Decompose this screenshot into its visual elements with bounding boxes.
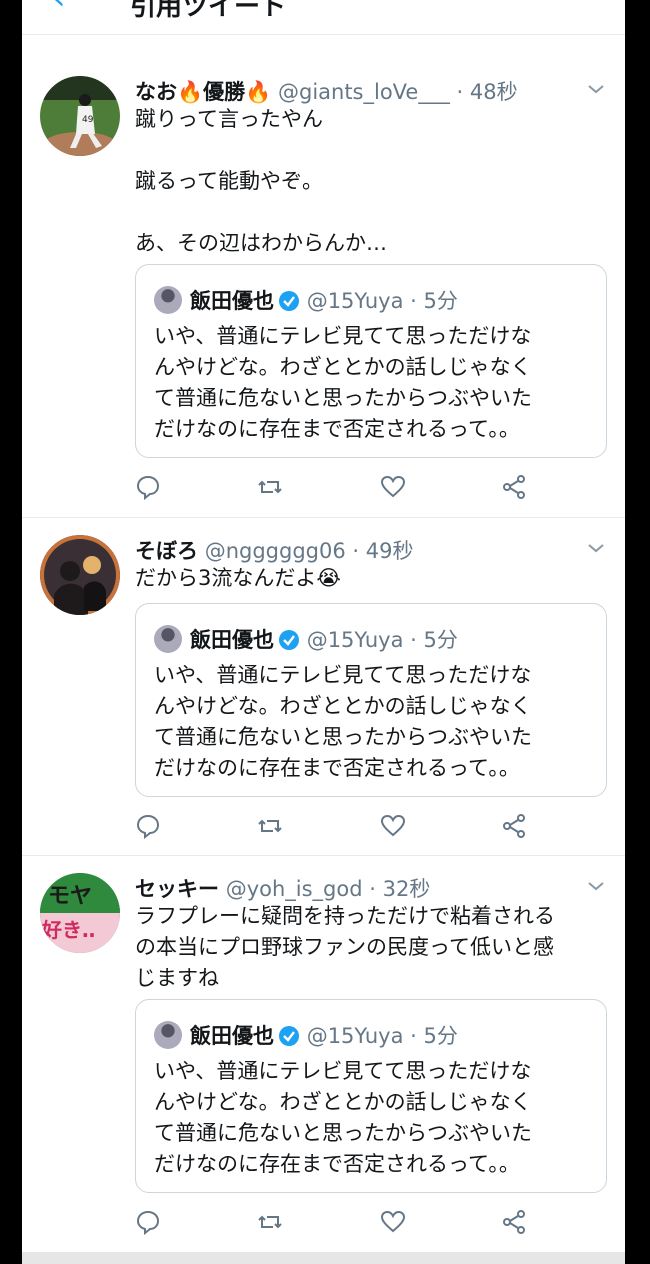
share-icon[interactable]	[501, 813, 527, 839]
separator-dot: ·	[352, 539, 360, 563]
tweet-line	[135, 197, 610, 228]
tweet-line: あ、その辺はわからんか…	[135, 231, 387, 255]
quoted-timestamp: 5分	[423, 628, 458, 652]
timestamp[interactable]: 48秒	[470, 80, 518, 104]
avatar[interactable]	[40, 535, 120, 615]
user-handle[interactable]: @giants_loVe___	[278, 80, 450, 104]
tweet-line: だから3流なんだよ😭	[135, 566, 341, 590]
separator-dot: ·	[410, 289, 417, 313]
top-bar: ‹ 引用ツイート	[22, 0, 625, 35]
quoted-header: 飯田優也 @15Yuya · 5分	[154, 285, 458, 315]
tweet-header: セッキー @yoh_is_god · 32秒	[135, 873, 430, 903]
avatar-text: 好き‥	[41, 918, 95, 942]
reply-icon[interactable]	[135, 1209, 161, 1235]
separator-dot: ·	[456, 80, 464, 104]
quoted-line: んやけどな。わざととかの話しじゃなく	[154, 694, 532, 718]
quoted-header: 飯田優也 @15Yuya · 5分	[154, 624, 458, 654]
quoted-header: 飯田優也 @15Yuya · 5分	[154, 1020, 458, 1050]
display-name[interactable]: セッキー	[135, 877, 219, 901]
quoted-tweet[interactable]: 飯田優也 @15Yuya · 5分 いや、普通にテレビ見てて思っただけな んやけ…	[135, 264, 607, 458]
quoted-name: 飯田優也	[190, 1024, 274, 1048]
tweet-text: ラフプレーに疑問を持っただけで粘着される の本当にプロ野球ファンの民度って低いと…	[135, 901, 610, 994]
separator-dot: ·	[369, 877, 376, 901]
quoted-avatar	[154, 286, 182, 314]
verified-badge-icon	[279, 630, 299, 650]
separator-dot: ·	[410, 1024, 417, 1048]
quoted-avatar	[154, 625, 182, 653]
quoted-tweet[interactable]: 飯田優也 @15Yuya · 5分 いや、普通にテレビ見てて思っただけな んやけ…	[135, 603, 607, 797]
user-handle[interactable]: @yoh_is_god	[226, 877, 363, 901]
quoted-line: んやけどな。わざととかの話しじゃなく	[154, 355, 532, 379]
quoted-timestamp: 5分	[423, 1024, 458, 1048]
tweet-text: 蹴りって言ったやん 蹴るって能動やぞ。 あ、その辺はわからんか…	[135, 104, 610, 259]
chevron-down-icon[interactable]	[587, 80, 605, 98]
tweet[interactable]: 49 なお🔥優勝🔥 @giants_loVe___ · 48秒 蹴りって言ったや…	[22, 58, 625, 518]
tweet-actions	[135, 1209, 555, 1239]
tweet-line: の本当にプロ野球ファンの民度って低いと感	[135, 935, 554, 959]
svg-text:49: 49	[82, 115, 94, 125]
verified-badge-icon	[279, 1026, 299, 1046]
like-heart-icon[interactable]	[380, 1209, 406, 1235]
share-icon[interactable]	[501, 474, 527, 500]
user-handle[interactable]: @ngggggg06	[205, 539, 346, 563]
tweet-actions	[135, 474, 555, 504]
tweet[interactable]: そぼろ @ngggggg06 · 49秒 だから3流なんだよ😭 飯田優也 @15…	[22, 517, 625, 856]
quoted-line: て普通に危ないと思ったからつぶやいた	[154, 386, 532, 410]
verified-badge-icon	[279, 291, 299, 311]
share-icon[interactable]	[501, 1209, 527, 1235]
like-heart-icon[interactable]	[380, 474, 406, 500]
reply-icon[interactable]	[135, 474, 161, 500]
tweet-line: 蹴るって能動やぞ。	[135, 169, 323, 193]
quoted-line: だけなのに存在まで否定されるって。。	[154, 417, 520, 441]
tweet-line: ラフプレーに疑問を持っただけで粘着される	[135, 904, 555, 928]
quoted-name: 飯田優也	[190, 289, 274, 313]
quoted-line: て普通に危ないと思ったからつぶやいた	[154, 725, 532, 749]
reply-icon[interactable]	[135, 813, 161, 839]
bottom-bar	[22, 1252, 625, 1264]
quoted-text: いや、普通にテレビ見てて思っただけな んやけどな。わざととかの話しじゃなく て普…	[154, 1056, 594, 1180]
chevron-down-icon[interactable]	[587, 539, 605, 557]
quoted-avatar	[154, 1021, 182, 1049]
avatar-text: モヤ	[48, 884, 92, 909]
tweet-line: 蹴りって言ったやん	[135, 107, 323, 131]
retweet-icon[interactable]	[257, 813, 283, 839]
separator-dot: ·	[410, 628, 417, 652]
back-button[interactable]: ‹	[52, 0, 66, 18]
tweet[interactable]: モヤ 好き‥ セッキー @yoh_is_god · 32秒 ラフプレーに疑問を持…	[22, 855, 625, 1252]
quoted-text: いや、普通にテレビ見てて思っただけな んやけどな。わざととかの話しじゃなく て普…	[154, 660, 594, 784]
quoted-line: だけなのに存在まで否定されるって。。	[154, 1152, 520, 1176]
quoted-line: んやけどな。わざととかの話しじゃなく	[154, 1090, 532, 1114]
like-heart-icon[interactable]	[380, 813, 406, 839]
timestamp[interactable]: 32秒	[383, 877, 431, 901]
avatar[interactable]: 49	[40, 76, 120, 156]
quoted-handle: @15Yuya	[306, 289, 404, 313]
display-name[interactable]: なお🔥優勝🔥	[135, 80, 271, 104]
avatar[interactable]: モヤ 好き‥	[40, 873, 120, 953]
timestamp[interactable]: 49秒	[366, 539, 414, 563]
quoted-line: いや、普通にテレビ見てて思っただけな	[154, 1059, 532, 1083]
chevron-down-icon[interactable]	[587, 877, 605, 895]
tweet-header: なお🔥優勝🔥 @giants_loVe___ · 48秒	[135, 76, 518, 106]
tweet-header: そぼろ @ngggggg06 · 49秒	[135, 535, 414, 565]
quoted-name: 飯田優也	[190, 628, 274, 652]
quoted-line: て普通に危ないと思ったからつぶやいた	[154, 1121, 532, 1145]
retweet-icon[interactable]	[257, 1209, 283, 1235]
quoted-tweet[interactable]: 飯田優也 @15Yuya · 5分 いや、普通にテレビ見てて思っただけな んやけ…	[135, 999, 607, 1193]
display-name[interactable]: そぼろ	[135, 539, 198, 563]
quoted-line: だけなのに存在まで否定されるって。。	[154, 756, 520, 780]
quoted-line: いや、普通にテレビ見てて思っただけな	[154, 663, 532, 687]
tweet-actions	[135, 813, 555, 843]
quoted-handle: @15Yuya	[306, 1024, 404, 1048]
quoted-timestamp: 5分	[423, 289, 458, 313]
retweet-icon[interactable]	[257, 474, 283, 500]
screen: ‹ 引用ツイート 49 なお🔥優勝🔥 @giants_loVe___ · 48秒	[22, 0, 625, 1264]
tweet-line	[135, 135, 610, 166]
quoted-handle: @15Yuya	[306, 628, 404, 652]
quoted-text: いや、普通にテレビ見てて思っただけな んやけどな。わざととかの話しじゃなく て普…	[154, 321, 594, 445]
tweet-text: だから3流なんだよ😭	[135, 563, 610, 594]
quoted-line: いや、普通にテレビ見てて思っただけな	[154, 324, 532, 348]
page-title: 引用ツイート	[130, 0, 287, 22]
tweet-line: じますね	[135, 966, 219, 990]
